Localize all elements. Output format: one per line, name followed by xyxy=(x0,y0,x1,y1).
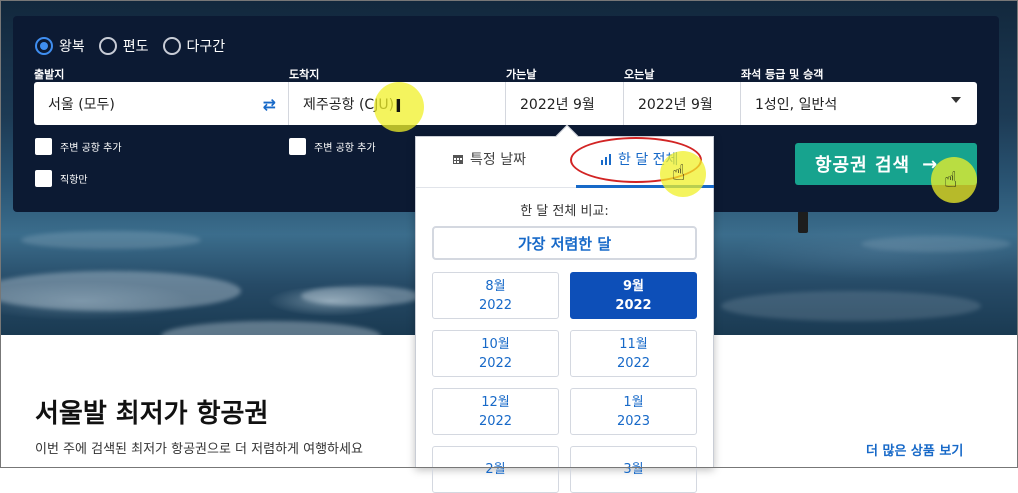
chevron-down-icon xyxy=(951,97,961,103)
month-cell-month: 1월 xyxy=(623,394,644,410)
month-cell-month: 2월 xyxy=(485,462,506,477)
month-cell[interactable]: 8월 2022 xyxy=(432,272,559,319)
radio-round-trip-label: 왕복 xyxy=(59,39,85,55)
month-cell-year: 2022 xyxy=(478,297,513,313)
month-cell-year: 2023 xyxy=(616,413,651,429)
direct-only-checkbox[interactable]: 직항만 xyxy=(35,170,88,187)
deals-title: 서울발 최저가 항공권 xyxy=(35,399,269,429)
month-cell-month: 11월 xyxy=(619,336,648,352)
return-date-input[interactable]: 2022년 9월 xyxy=(624,82,741,125)
origin-nearby-checkbox[interactable]: 주변 공항 추가 xyxy=(35,138,122,155)
search-button-label: 항공권 검색 xyxy=(815,155,911,176)
month-cell[interactable]: 10월 2022 xyxy=(432,330,559,377)
month-cell-year: 2022 xyxy=(616,355,651,371)
month-cell-year: 2022 xyxy=(615,297,652,313)
radio-one-way[interactable]: 편도 xyxy=(98,36,149,56)
month-cell-month: 9월 xyxy=(622,278,644,294)
month-cell-month: 3월 xyxy=(623,462,644,477)
month-cell[interactable]: 3월 xyxy=(570,446,697,493)
hand-pointer-icon: ☝ xyxy=(944,168,958,193)
depart-date-input[interactable]: 2022년 9월 xyxy=(506,82,624,125)
tab-specific-date-label: 특정 날짜 xyxy=(470,152,526,168)
more-deals-link[interactable]: 더 많은 상품 보기 xyxy=(866,440,963,459)
hand-pointer-icon: ☝ xyxy=(672,161,686,186)
radio-multi-city[interactable]: 다구간 xyxy=(162,36,226,56)
radio-round-trip[interactable]: 왕복 xyxy=(35,36,85,56)
direct-only-label: 직항만 xyxy=(60,175,88,186)
destination-nearby-checkbox[interactable]: 주변 공항 추가 xyxy=(289,138,376,155)
radio-one-way-label: 편도 xyxy=(122,39,149,55)
swap-icon[interactable]: ⇄ xyxy=(263,95,276,114)
month-cell-month: 12월 xyxy=(481,394,510,410)
origin-input[interactable]: 서울 (모두) ⇄ xyxy=(34,82,289,125)
return-label: 오는날 xyxy=(624,68,655,81)
month-cell-year: 2022 xyxy=(478,355,513,371)
checkbox-icon xyxy=(35,170,52,187)
month-picker-dropdown: 특정 날짜 한 달 전체 ☝ 한 달 전체 비교: 가장 저렴한 달 8월 202… xyxy=(415,124,714,493)
origin-value: 서울 (모두) xyxy=(48,96,115,113)
depart-label: 가는날 xyxy=(506,68,537,81)
text-cursor-icon: I xyxy=(395,96,402,117)
radio-selected-icon xyxy=(35,37,53,55)
radio-multi-city-label: 다구간 xyxy=(186,39,226,55)
month-cell[interactable]: 9월 2022 xyxy=(570,272,697,319)
month-cell-month: 10월 xyxy=(481,336,510,352)
deals-subtitle: 이번 주에 검색된 최저가 항공권으로 더 저렴하게 여행하세요 xyxy=(35,442,363,457)
origin-label: 출발지 xyxy=(34,68,65,81)
compare-label: 한 달 전체 비교: xyxy=(520,204,609,219)
calendar-icon xyxy=(453,155,463,164)
destination-label: 도착지 xyxy=(289,68,320,81)
radio-empty-icon xyxy=(162,37,181,55)
depart-value: 2022년 9월 xyxy=(520,96,595,113)
cabin-label: 좌석 등급 및 승객 xyxy=(741,68,824,81)
destination-nearby-label: 주변 공항 추가 xyxy=(314,143,376,154)
checkbox-icon xyxy=(289,138,306,155)
month-cell[interactable]: 1월 2023 xyxy=(570,388,697,435)
month-cell[interactable]: 11월 2022 xyxy=(570,330,697,377)
cabin-value: 1성인, 일반석 xyxy=(755,96,838,113)
radio-empty-icon xyxy=(98,37,117,55)
month-cell[interactable]: 2월 xyxy=(432,446,559,493)
cheapest-month-button[interactable]: 가장 저렴한 달 xyxy=(432,226,697,260)
month-cell-year: 2022 xyxy=(478,413,513,429)
origin-nearby-label: 주변 공항 추가 xyxy=(60,143,122,154)
cabin-passenger-select[interactable]: 1성인, 일반석 xyxy=(741,82,977,125)
return-value: 2022년 9월 xyxy=(638,96,713,113)
checkbox-icon xyxy=(35,138,52,155)
month-cell[interactable]: 12월 2022 xyxy=(432,388,559,435)
month-cell-month: 8월 xyxy=(485,278,506,294)
tab-specific-date[interactable]: 특정 날짜 xyxy=(452,149,526,169)
trip-type-group: 왕복 편도 다구간 xyxy=(35,36,239,56)
